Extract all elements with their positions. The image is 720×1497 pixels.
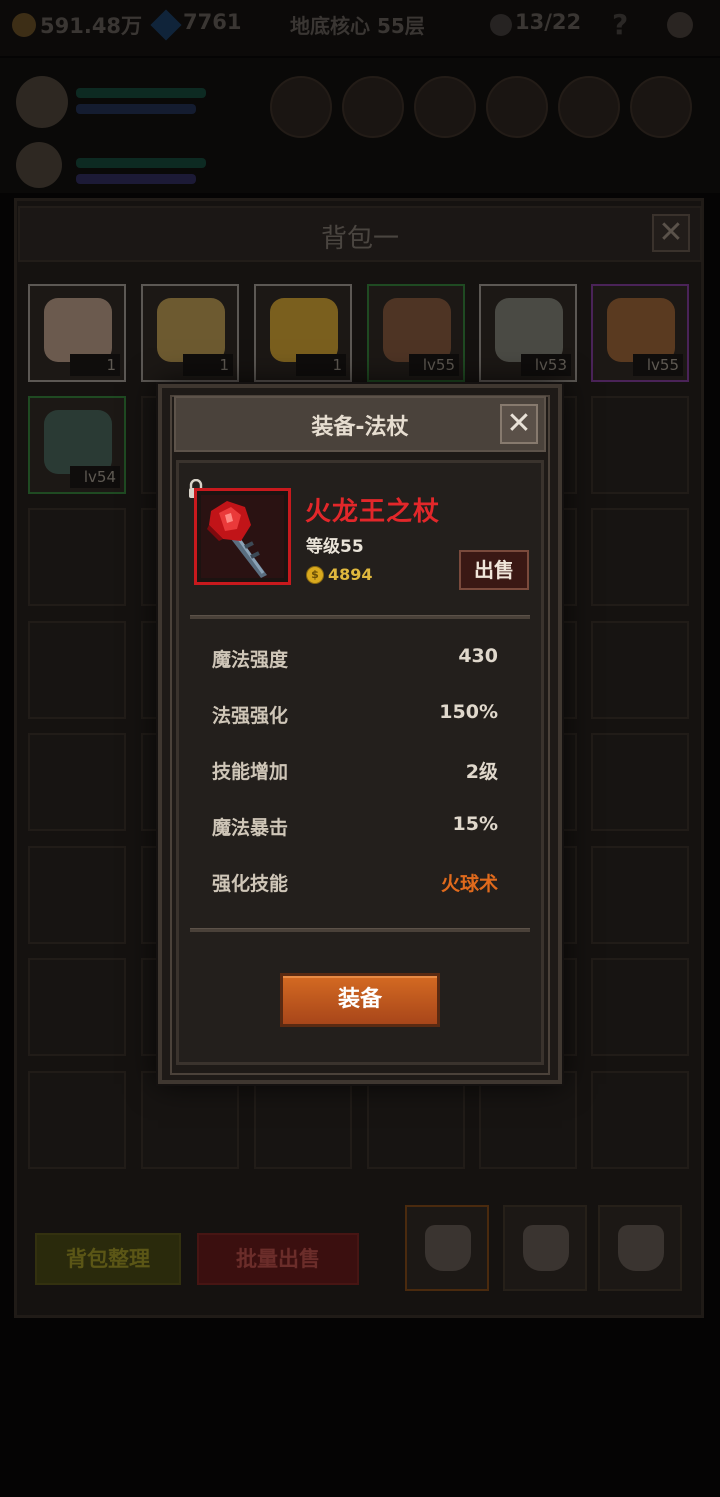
bag-tab-3[interactable] [598,1205,682,1291]
inventory-slot-filled[interactable]: 1 [254,284,352,382]
item-name: 火龙王之杖 [305,497,441,527]
skill-slot[interactable] [414,76,476,138]
item-badge: 1 [183,354,233,376]
item-badge: lv55 [633,354,683,376]
stat-value: 2级 [465,761,498,783]
equip-button[interactable]: 装备 [280,973,440,1027]
inventory-slot-empty[interactable] [28,846,126,944]
inventory-slot-empty[interactable] [591,508,689,606]
shoulder-armor-icon [495,298,563,362]
help-button[interactable]: ? [612,8,628,41]
inventory-slot-filled[interactable]: 1 [141,284,239,382]
stat-row-magic-crit: 魔法暴击 15% [212,813,498,841]
skill-slot[interactable] [486,76,548,138]
sell-button[interactable]: 出售 [459,550,529,590]
item-badge: lv55 [409,354,459,376]
divider [190,615,530,619]
skill-slot[interactable] [270,76,332,138]
beer-mug-icon [157,298,225,362]
hero-mp-bar [76,104,196,114]
inventory-slot-filled[interactable]: lv53 [479,284,577,382]
stat-value-skill: 火球术 [440,873,498,895]
divider [190,928,530,932]
stat-label: 强化技能 [212,873,289,895]
inventory-slot-empty[interactable] [28,733,126,831]
inventory-slot-empty[interactable] [28,958,126,1056]
skill-slot[interactable] [558,76,620,138]
stat-value: 150% [439,701,498,723]
item-level: 等级55 [306,537,364,557]
gold-coin-icon [12,13,36,37]
gold-amount: 591.48万 [40,14,143,38]
pet-hp-bar [76,158,206,168]
inventory-slot-empty[interactable] [28,621,126,719]
gem-amount: 7761 [183,10,242,34]
gem-icon [150,9,182,41]
fire-staff-icon [201,495,284,578]
item-badge: 1 [70,354,120,376]
bag-tab-1[interactable] [405,1205,489,1291]
bag-title: 背包一 [320,224,399,254]
stat-value: 430 [458,645,498,667]
stat-row-skill-level: 技能增加 2级 [212,757,498,785]
pet-mp-bar [76,174,196,184]
inventory-slot-empty[interactable] [591,958,689,1056]
inventory-slot-filled[interactable]: lv54 [28,396,126,494]
inventory-slot-empty[interactable] [591,733,689,831]
top-status-bar: 591.48万 7761 地底核心 55层 13/22 ? [0,0,720,56]
bag-close-button[interactable]: ✕ [652,214,690,252]
inventory-slot-empty[interactable] [367,1071,465,1169]
stat-label: 魔法暴击 [212,817,289,839]
inventory-slot-empty[interactable] [28,1071,126,1169]
stat-label: 法强强化 [212,705,289,727]
cheese-icon [270,298,338,362]
dagger-icon [44,410,112,474]
pet-avatar[interactable] [16,142,62,188]
stat-label: 技能增加 [212,761,289,783]
cake-slice-icon [44,298,112,362]
backpack-icon [523,1225,569,1271]
backpack-icon [618,1225,664,1271]
stat-value: 15% [452,813,498,835]
stage-label: 地底核心 55层 [290,14,425,38]
inventory-slot-filled[interactable]: lv55 [591,284,689,382]
skull-icon [490,14,512,36]
item-badge: 1 [296,354,346,376]
arrange-bag-button[interactable]: 背包整理 [35,1233,181,1285]
stat-row-magic-power: 魔法强度 430 [212,645,498,673]
stat-label: 魔法强度 [212,649,289,671]
item-sell-price: 4894 [328,565,373,584]
stat-row-enhanced-skill: 强化技能 火球术 [212,869,498,897]
item-badge: lv53 [521,354,571,376]
close-icon: ✕ [506,406,532,441]
bag-tab-2[interactable] [503,1205,587,1291]
gold-coin-icon: $ [306,566,324,584]
inventory-slot-empty[interactable] [479,1071,577,1169]
gear-icon[interactable] [667,12,693,38]
ring-icon [383,298,451,362]
inventory-slot-empty[interactable] [254,1071,352,1169]
inventory-slot-empty[interactable] [591,396,689,494]
skill-slot[interactable] [342,76,404,138]
inventory-slot-empty[interactable] [141,1071,239,1169]
dice-box-icon [607,298,675,362]
inventory-slot-empty[interactable] [591,1071,689,1169]
hero-avatar[interactable] [16,76,68,128]
dialog-title: 装备-法杖 [311,415,409,440]
inventory-slot-empty[interactable] [591,621,689,719]
skill-slot[interactable] [630,76,692,138]
stat-row-magic-boost: 法强强化 150% [212,701,498,729]
dialog-close-button[interactable]: ✕ [500,404,538,444]
inventory-slot-empty[interactable] [591,846,689,944]
hero-hp-bar [76,88,206,98]
item-portrait [194,488,291,585]
backpack-icon [425,1225,471,1271]
bulk-sell-button[interactable]: 批量出售 [197,1233,359,1285]
kill-counter: 13/22 [515,10,582,34]
inventory-slot-filled[interactable]: lv55 [367,284,465,382]
item-badge: lv54 [70,466,120,488]
inventory-slot-empty[interactable] [28,508,126,606]
inventory-slot-filled[interactable]: 1 [28,284,126,382]
